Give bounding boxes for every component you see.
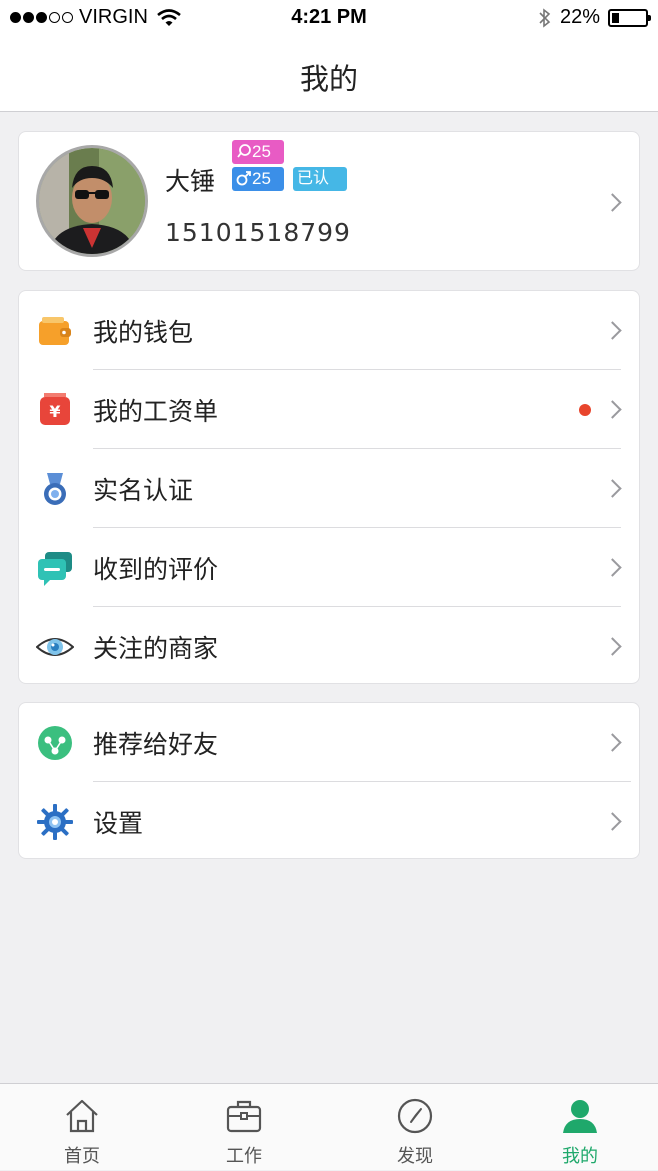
tab-label: 发现 (397, 1146, 433, 1167)
tab-discover[interactable]: 发现 (355, 1084, 475, 1171)
bluetooth-icon (539, 7, 551, 28)
menu-item-label: 设置 (93, 809, 144, 838)
menu-group-other: 推荐给好友 设置 (18, 702, 640, 859)
menu-item-label: 关注的商家 (93, 634, 219, 663)
verified-badge: 已认证 (293, 167, 347, 211)
menu-item-identity-verification[interactable]: 实名认证 (19, 449, 639, 527)
battery-percentage: 22% (559, 6, 600, 28)
chevron-right-icon (603, 321, 622, 340)
share-icon (38, 726, 72, 760)
avatar[interactable] (36, 145, 148, 257)
menu-item-label: 收到的评价 (93, 555, 219, 584)
menu-item-label: 实名认证 (93, 476, 194, 505)
chevron-right-icon (603, 558, 622, 577)
tab-home[interactable]: 首页 (22, 1084, 142, 1171)
menu-group-account: 我的钱包 ¥ 我的工资单 实名认证 收到的评价 关注的商家 (18, 290, 640, 684)
wallet-icon (39, 317, 71, 345)
person-icon (563, 1100, 597, 1133)
profile-phone: 15101518799 (165, 218, 351, 247)
menu-item-reviews[interactable]: 收到的评价 (19, 528, 639, 606)
payslip-icon: ¥ (40, 393, 70, 425)
menu-item-recommend[interactable]: 推荐给好友 (19, 703, 639, 781)
briefcase-icon (226, 1100, 262, 1133)
chevron-right-icon (603, 733, 622, 752)
comment-icon (237, 144, 251, 158)
battery-icon (608, 8, 651, 27)
tab-label: 我的 (562, 1146, 598, 1167)
notification-dot (579, 404, 591, 416)
chevron-right-icon (603, 193, 622, 212)
profile-card[interactable]: 大锤 25 25 已认证 15101518799 (18, 131, 640, 271)
comments-badge: 25 (232, 140, 284, 164)
tab-label: 首页 (64, 1146, 100, 1167)
status-bar: VIRGIN 4:21 PM 22% (0, 0, 658, 36)
chevron-right-icon (603, 637, 622, 656)
eye-icon (36, 638, 74, 656)
tab-label: 工作 (226, 1146, 262, 1167)
svg-text:¥: ¥ (49, 402, 60, 421)
menu-item-label: 我的钱包 (93, 318, 194, 347)
page-title: 我的 (299, 62, 358, 96)
gear-icon (37, 804, 73, 840)
menu-item-wallet[interactable]: 我的钱包 (19, 291, 639, 369)
chevron-right-icon (603, 400, 622, 419)
menu-item-followed-merchants[interactable]: 关注的商家 (19, 607, 639, 685)
compass-icon (397, 1098, 433, 1134)
tab-bar: 首页 工作 发现 我的 (0, 1083, 658, 1170)
tab-work[interactable]: 工作 (184, 1084, 304, 1171)
menu-item-label: 我的工资单 (93, 397, 219, 426)
menu-item-settings[interactable]: 设置 (19, 782, 639, 860)
menu-item-payslip[interactable]: ¥ 我的工资单 (19, 370, 639, 448)
profile-name: 大锤 (165, 167, 216, 196)
male-icon (236, 171, 251, 186)
medal-icon (44, 473, 66, 505)
comments-icon (38, 552, 72, 586)
navigation-bar: 我的 (0, 36, 658, 112)
tab-mine[interactable]: 我的 (520, 1084, 640, 1171)
gender-age-badge: 25 (232, 167, 284, 191)
chevron-right-icon (603, 812, 622, 831)
home-icon (66, 1099, 98, 1133)
menu-item-label: 推荐给好友 (93, 730, 219, 759)
chevron-right-icon (603, 479, 622, 498)
